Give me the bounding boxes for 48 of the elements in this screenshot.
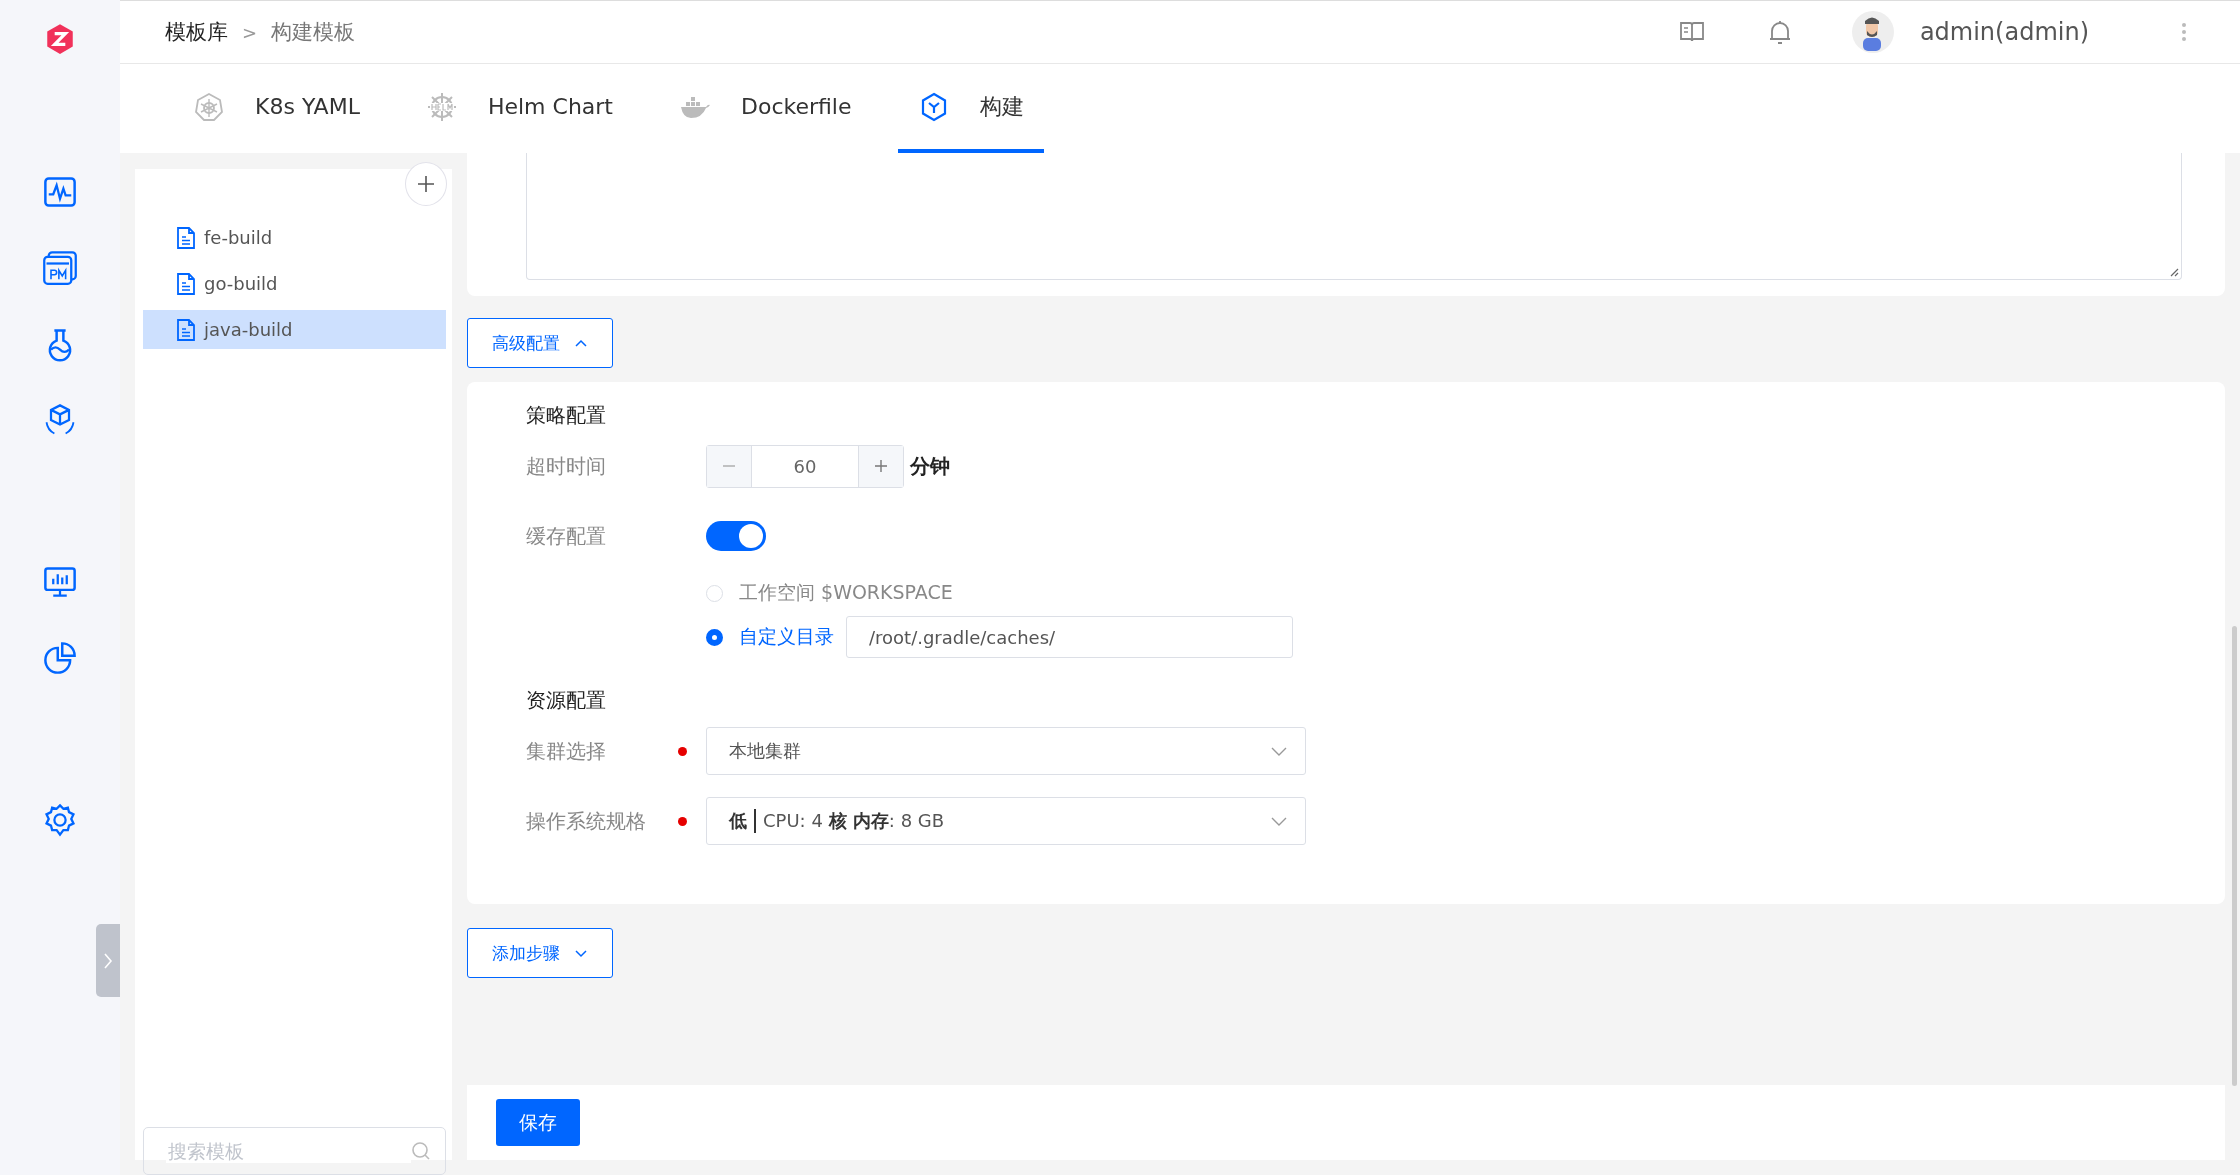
pm-window-icon[interactable] bbox=[42, 250, 78, 286]
unit-label: 分钟 bbox=[910, 452, 950, 480]
breadcrumb-link[interactable]: 模板库 bbox=[165, 18, 228, 46]
plus-icon[interactable] bbox=[859, 445, 903, 487]
chevron-down-icon bbox=[1271, 816, 1287, 826]
field-label: 缓存配置 bbox=[526, 522, 607, 550]
plus-icon bbox=[416, 174, 436, 194]
template-item[interactable]: go-build bbox=[143, 264, 446, 303]
section-title: 资源配置 bbox=[526, 687, 607, 714]
document-icon bbox=[176, 271, 196, 296]
user-name[interactable]: admin(admin) bbox=[1919, 18, 2089, 46]
select-field[interactable]: 本地集群 bbox=[706, 727, 1306, 775]
directory-field[interactable]: /root/.gradle/caches/ bbox=[846, 616, 1293, 658]
document-icon bbox=[176, 317, 196, 342]
chevron-icon bbox=[574, 338, 588, 348]
field-label: 操作系统规格 bbox=[526, 807, 647, 835]
tab[interactable]: Helm Chart bbox=[405, 64, 633, 153]
tab[interactable]: K8s YAML bbox=[173, 64, 380, 153]
chevron-down-icon bbox=[574, 948, 588, 958]
field-label: 超时时间 bbox=[526, 452, 607, 480]
add-step-button[interactable]: 添加步骤 bbox=[467, 928, 613, 978]
settings-icon[interactable] bbox=[42, 802, 78, 838]
add-button[interactable] bbox=[405, 162, 447, 206]
radio-option[interactable]: 工作空间 $WORKSPACE bbox=[706, 580, 953, 606]
breadcrumb-separator: > bbox=[242, 21, 258, 43]
ship-wheel-icon bbox=[425, 90, 458, 123]
radio-option[interactable]: 自定义目录 bbox=[706, 624, 834, 650]
advanced-settings-button[interactable]: 高级配置 bbox=[467, 318, 613, 368]
activity-icon[interactable] bbox=[42, 174, 78, 210]
search-field[interactable]: 搜索模板 bbox=[143, 1127, 446, 1175]
section-title: 策略配置 bbox=[526, 402, 607, 429]
search-icon bbox=[411, 1141, 431, 1161]
tab[interactable]: Dockerfile bbox=[659, 64, 872, 153]
save-button[interactable]: 保存 bbox=[496, 1099, 580, 1146]
number-stepper[interactable]: 60 bbox=[706, 444, 904, 488]
toggle-switch[interactable] bbox=[706, 521, 766, 551]
template-item[interactable]: java-build bbox=[143, 310, 446, 349]
document-icon bbox=[176, 225, 196, 250]
monitor-chart-icon[interactable] bbox=[42, 564, 78, 600]
pie-chart-icon[interactable] bbox=[42, 640, 78, 676]
template-item[interactable]: fe-build bbox=[143, 218, 446, 257]
field-label: 集群选择 bbox=[526, 737, 607, 765]
user-avatar[interactable] bbox=[1851, 11, 1894, 53]
resize-grip-icon bbox=[2169, 267, 2179, 277]
select-field[interactable]: 低 CPU: 4 核 内存: 8 GB bbox=[706, 797, 1306, 845]
chevron-down-icon bbox=[1271, 746, 1287, 756]
helm-wheel-icon bbox=[193, 90, 225, 123]
expand-handle[interactable] bbox=[96, 924, 120, 997]
